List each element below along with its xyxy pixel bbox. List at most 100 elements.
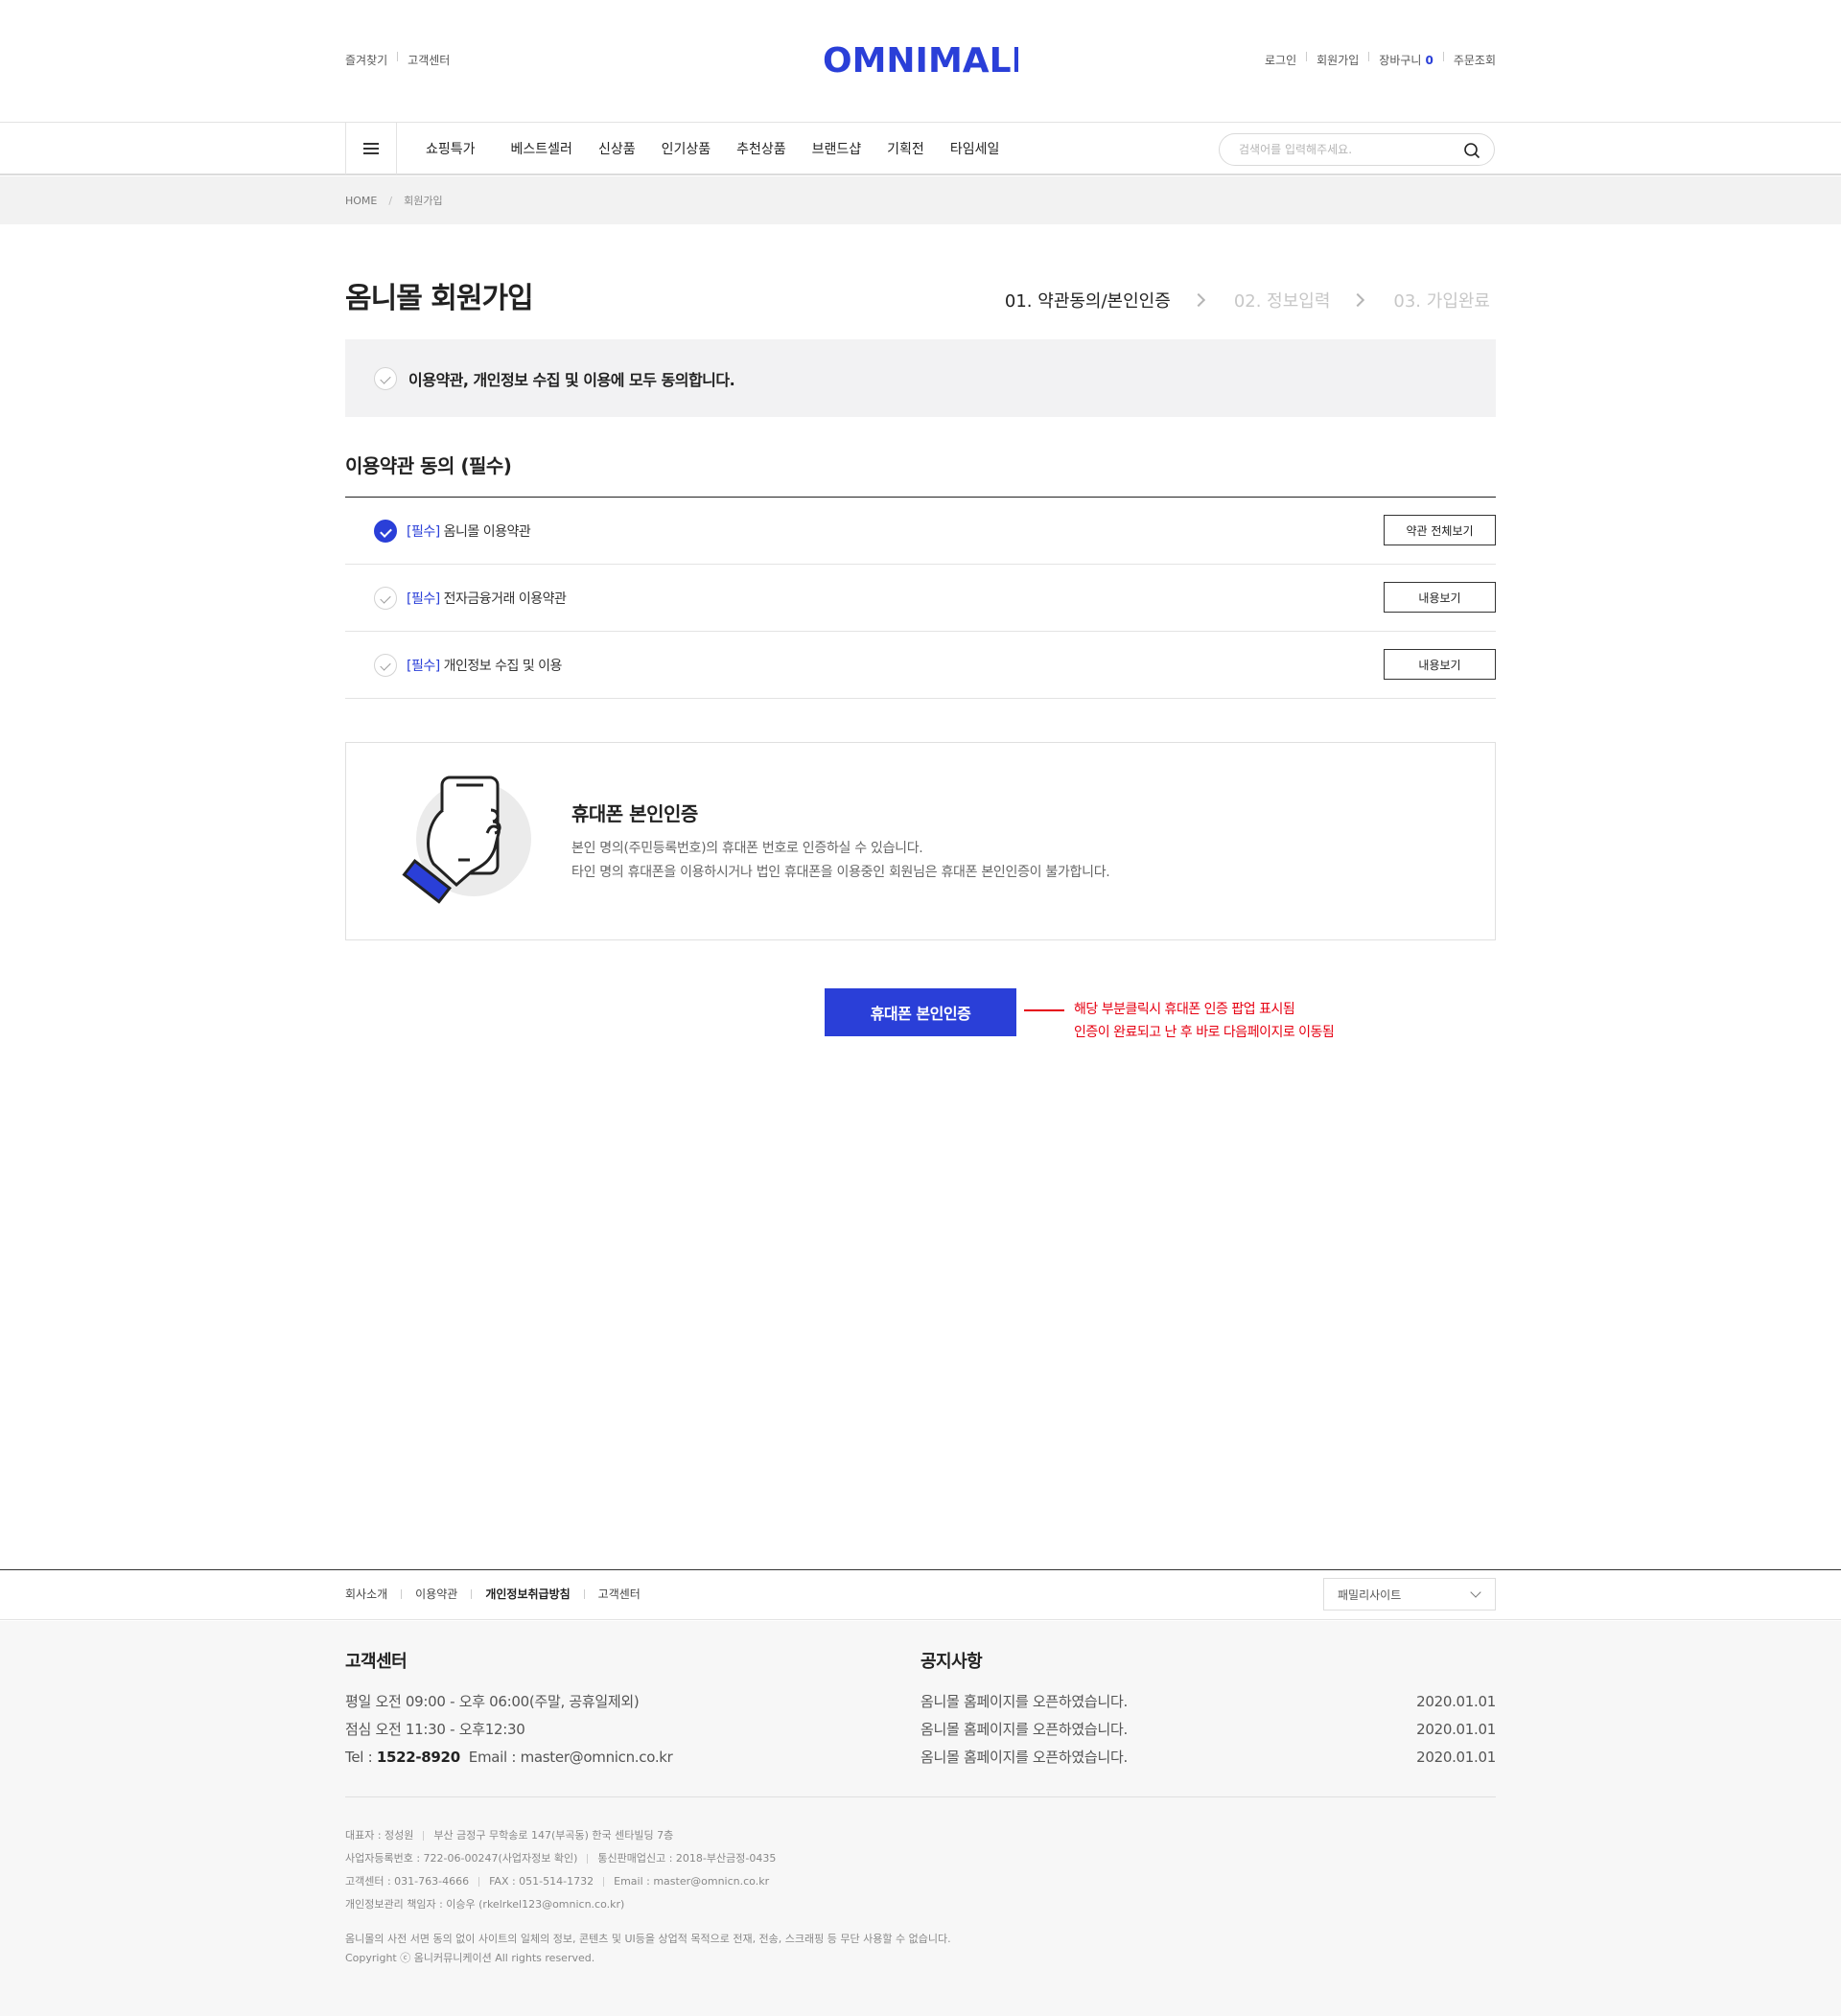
bookmark-link[interactable]: 즐겨찾기 <box>345 52 387 68</box>
phone-verify-button[interactable]: 휴대폰 본인인증 <box>825 988 1016 1036</box>
term-label: [필수] 개인정보 수집 및 이용 <box>407 656 562 675</box>
divider <box>583 1588 585 1599</box>
omnimall-logo[interactable]: OMNIMALL <box>823 31 1018 79</box>
term-checkbox-service[interactable] <box>374 519 397 543</box>
cs-info: 평일 오전 09:00 - 오후 06:00(주말, 공휴일제외) 점심 오전 … <box>345 1688 673 1772</box>
notice-date: 2020.01.01 <box>1416 1693 1496 1710</box>
divider <box>423 1831 425 1841</box>
signup-steps: 01. 약관동의/본인인증 02. 정보입력 03. 가입완료 <box>1005 288 1490 313</box>
company-info-row: 고객센터 : 031-763-4666 FAX : 051-514-1732 E… <box>345 1870 776 1893</box>
cs-hours: 평일 오전 09:00 - 오후 06:00(주말, 공휴일제외) <box>345 1693 640 1710</box>
annotation-line-2: 인증이 완료되고 난 후 바로 다음페이지로 이동됨 <box>1074 1025 1335 1040</box>
cart-link[interactable]: 장바구니 0 <box>1379 52 1433 68</box>
company-info-row: 사업자등록번호 : 722-06-00247(사업자정보 확인) 통신판매업신고… <box>345 1847 776 1870</box>
main-nav: 쇼핑특가 베스트셀러 신상품 인기상품 추천상품 브랜드샵 기획전 타임세일 <box>0 123 1841 175</box>
phone-verify-box: 휴대폰 본인인증 본인 명의(주민등록번호)의 휴대폰 번호로 인증하실 수 있… <box>345 742 1496 940</box>
notice-item[interactable]: 옴니몰 홈페이지를 오픈하였습니다. 2020.01.01 <box>920 1744 1496 1772</box>
notice-text: 옴니몰 홈페이지를 오픈하였습니다. <box>920 1749 1128 1766</box>
footer-links-bar: 회사소개 이용약관 개인정보취급방침 고객센터 패밀리사이트 <box>0 1569 1841 1620</box>
annotation-note: 해당 부분클릭시 휴대폰 인증 팝업 표시됨 인증이 완료되고 난 후 바로 다… <box>1074 998 1335 1044</box>
term-label: [필수] 옴니몰 이용약관 <box>407 521 531 541</box>
verify-title: 휴대폰 본인인증 <box>571 802 698 825</box>
footer-link-cs[interactable]: 고객센터 <box>598 1586 641 1602</box>
cart-label: 장바구니 <box>1379 54 1422 67</box>
breadcrumb-current: 회원가입 <box>404 195 443 207</box>
cs-title: 고객센터 <box>345 1652 408 1672</box>
breadcrumb-home[interactable]: HOME <box>345 195 377 207</box>
cs-lunch: 점심 오전 11:30 - 오후12:30 <box>345 1721 525 1738</box>
notice-date: 2020.01.01 <box>1416 1749 1496 1766</box>
nav-item-popular[interactable]: 인기상품 <box>662 139 711 158</box>
footer-body: 고객센터 평일 오전 09:00 - 오후 06:00(주말, 공휴일제외) 점… <box>0 1621 1841 2016</box>
step-2: 02. 정보입력 <box>1233 291 1331 312</box>
top-header: 즐겨찾기 고객센터 OMNIMALL 로그인 회원가입 장바구니 0 주문조회 <box>0 0 1841 123</box>
family-site-select[interactable]: 패밀리사이트 <box>1323 1578 1496 1610</box>
notice-text: 옴니몰 홈페이지를 오픈하였습니다. <box>920 1693 1128 1710</box>
search-box <box>1219 133 1495 166</box>
search-icon[interactable] <box>1463 142 1480 159</box>
annotation-line <box>1024 1009 1064 1011</box>
required-tag: [필수] <box>407 591 440 607</box>
agree-all-checkbox[interactable] <box>374 366 397 390</box>
copyright-block: 옴니몰의 사전 서면 동의 없이 사이트의 일체의 정보, 콘텐츠 및 UI등을… <box>345 1930 951 1968</box>
footer-links: 회사소개 이용약관 개인정보취급방침 고객센터 <box>345 1586 641 1602</box>
divider <box>397 52 399 61</box>
step-1: 01. 약관동의/본인인증 <box>1004 291 1171 312</box>
term-checkbox-privacy[interactable] <box>374 653 397 677</box>
copyright: Copyright ⓒ 옴니커뮤니케이션 All rights reserved… <box>345 1952 595 1964</box>
all-menu-button[interactable] <box>345 123 397 174</box>
search-input[interactable] <box>1220 134 1450 165</box>
footer-link-privacy[interactable]: 개인정보취급방침 <box>485 1586 570 1602</box>
cs-email: Email : master@omnicn.co.kr <box>468 1749 673 1766</box>
divider <box>401 1588 403 1599</box>
term-title: 개인정보 수집 및 이용 <box>443 658 563 674</box>
term-label: [필수] 전자금융거래 이용약관 <box>407 589 567 608</box>
divider <box>471 1588 473 1599</box>
customer-center-link[interactable]: 고객센터 <box>408 52 450 68</box>
company-info-row: 개인정보관리 책임자 : 이승우 (rkelrkel123@omnicn.co.… <box>345 1893 776 1916</box>
ceo: 대표자 : 정성원 <box>345 1829 414 1842</box>
term-checkbox-efinance[interactable] <box>374 586 397 610</box>
nav-item-promotion[interactable]: 기획전 <box>887 139 924 158</box>
divider <box>1442 52 1444 61</box>
hamburger-icon <box>363 143 379 154</box>
notice-item[interactable]: 옴니몰 홈페이지를 오픈하였습니다. 2020.01.01 <box>920 1716 1496 1744</box>
term-title: 전자금융거래 이용약관 <box>443 591 567 607</box>
divider <box>478 1877 480 1887</box>
nav-item-recommended[interactable]: 추천상품 <box>736 139 786 158</box>
nav-item-timesale[interactable]: 타임세일 <box>950 139 1000 158</box>
nav-item-bestseller[interactable]: 베스트셀러 <box>511 139 572 158</box>
company-info: 대표자 : 정성원 부산 금정구 무학송로 147(부곡동) 한국 센타빌딩 7… <box>345 1824 776 1916</box>
nav-item-brand[interactable]: 브랜드샵 <box>812 139 862 158</box>
view-content-button[interactable]: 내용보기 <box>1384 582 1496 613</box>
view-full-terms-button[interactable]: 약관 전체보기 <box>1384 515 1496 545</box>
cs-contact: Tel : 1522-8920 Email : master@omnicn.co… <box>345 1744 673 1772</box>
required-tag: [필수] <box>407 658 440 674</box>
agree-all-row[interactable]: 이용약관, 개인정보 수집 및 이용에 모두 동의합니다. <box>345 339 1496 417</box>
annotation-line-1: 해당 부분클릭시 휴대폰 인증 팝업 표시됨 <box>1074 1002 1295 1017</box>
nav-item-special[interactable]: 쇼핑특가 <box>426 139 476 158</box>
divider <box>603 1877 605 1887</box>
notice-item[interactable]: 옴니몰 홈페이지를 오픈하였습니다. 2020.01.01 <box>920 1688 1496 1716</box>
logo-text: OMNIMALL <box>823 41 1018 79</box>
nav-item-new[interactable]: 신상품 <box>598 139 636 158</box>
signup-link[interactable]: 회원가입 <box>1317 52 1359 68</box>
view-content-button[interactable]: 내용보기 <box>1384 649 1496 680</box>
agree-all-label: 이용약관, 개인정보 수집 및 이용에 모두 동의합니다. <box>408 370 735 389</box>
cart-count-badge: 0 <box>1425 53 1433 67</box>
footer-link-terms[interactable]: 이용약관 <box>415 1586 457 1602</box>
company-info-row: 대표자 : 정성원 부산 금정구 무학송로 147(부곡동) 한국 센타빌딩 7… <box>345 1824 776 1847</box>
address: 부산 금정구 무학송로 147(부곡동) 한국 센타빌딩 7층 <box>433 1829 674 1842</box>
divider <box>1368 52 1370 61</box>
notice-date: 2020.01.01 <box>1416 1721 1496 1738</box>
order-lookup-link[interactable]: 주문조회 <box>1454 52 1496 68</box>
cs-tel-number: 1522-8920 <box>376 1749 460 1766</box>
breadcrumb-bar: HOME / 회원가입 <box>0 176 1841 224</box>
util-links-right: 로그인 회원가입 장바구니 0 주문조회 <box>1265 52 1496 68</box>
step-3: 03. 가입완료 <box>1393 291 1490 312</box>
divider <box>1306 52 1308 61</box>
cs-phone: 고객센터 : 031-763-4666 <box>345 1875 470 1888</box>
gnb-menu: 쇼핑특가 베스트셀러 신상품 인기상품 추천상품 브랜드샵 기획전 타임세일 <box>426 123 1025 174</box>
login-link[interactable]: 로그인 <box>1265 52 1296 68</box>
footer-link-about[interactable]: 회사소개 <box>345 1586 387 1602</box>
